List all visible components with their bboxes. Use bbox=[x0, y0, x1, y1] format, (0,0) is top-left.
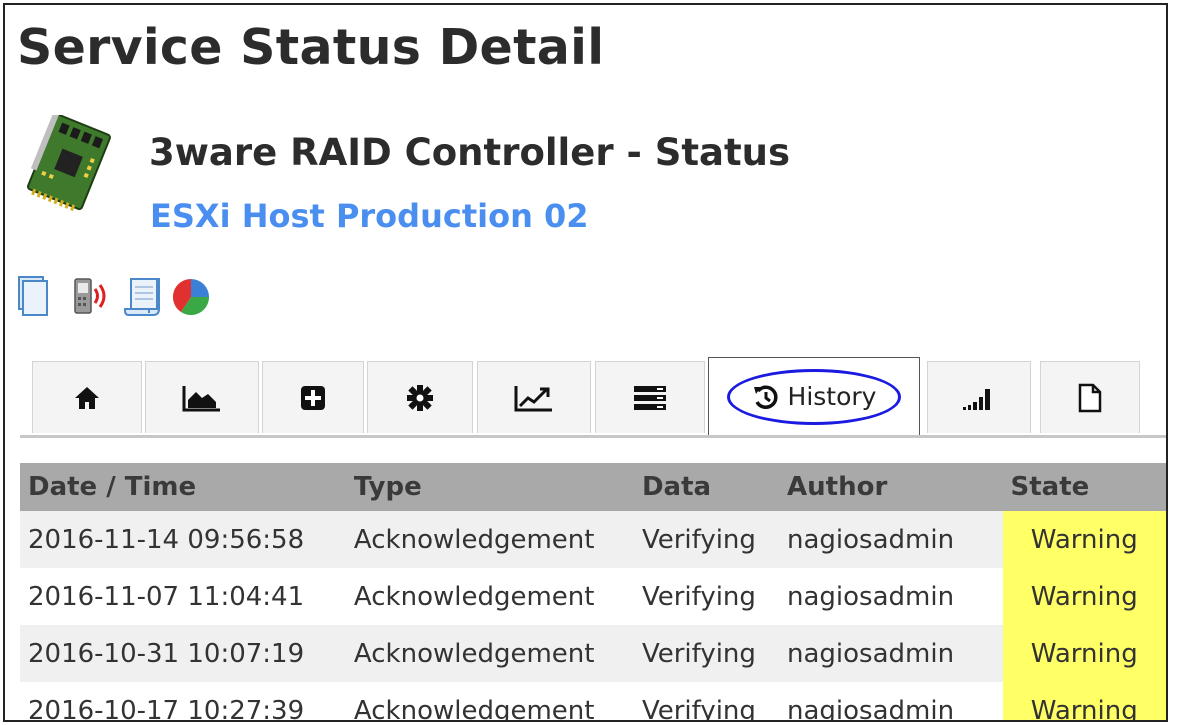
tab-list[interactable] bbox=[595, 361, 705, 433]
column-header-state[interactable]: State bbox=[1002, 463, 1166, 511]
cell-datetime: 2016-11-14 09:56:58 bbox=[20, 511, 346, 568]
history-highlight: History bbox=[726, 368, 902, 425]
cell-data: Verifying bbox=[633, 625, 780, 682]
table-header-row: Date / Time Type Data Author State bbox=[20, 463, 1166, 511]
page-title: Service Status Detail bbox=[17, 19, 605, 76]
tab-history[interactable]: History bbox=[708, 357, 920, 435]
tab-settings[interactable] bbox=[367, 361, 473, 433]
cell-state: Warning bbox=[1002, 625, 1166, 682]
cell-state: Warning bbox=[1002, 568, 1166, 625]
cell-datetime: 2016-11-07 11:04:41 bbox=[20, 568, 346, 625]
cell-author: nagiosadmin bbox=[779, 511, 1003, 568]
cell-data: Verifying bbox=[633, 511, 780, 568]
tab-file[interactable] bbox=[1040, 361, 1140, 433]
list-icon bbox=[634, 385, 666, 410]
tab-area-chart[interactable] bbox=[145, 361, 259, 433]
tab-history-label: History bbox=[787, 382, 877, 411]
cell-data: Verifying bbox=[633, 682, 780, 720]
cell-author: nagiosadmin bbox=[779, 568, 1003, 625]
table-row: 2016-10-17 10:27:39 Acknowledgement Veri… bbox=[20, 682, 1166, 720]
raid-card-icon bbox=[21, 112, 121, 215]
tab-bar: History bbox=[20, 357, 1166, 438]
cell-state: Warning bbox=[1002, 682, 1166, 720]
notification-phone-icon[interactable] bbox=[67, 275, 113, 323]
file-icon bbox=[1078, 383, 1102, 412]
column-header-data[interactable]: Data bbox=[633, 463, 780, 511]
main-frame: Service Status Detail 3ware RAID Control… bbox=[3, 3, 1168, 722]
host-link[interactable]: ESXi Host Production 02 bbox=[150, 197, 589, 235]
tab-line-chart[interactable] bbox=[477, 361, 591, 433]
cell-state: Warning bbox=[1002, 511, 1166, 568]
tab-home[interactable] bbox=[32, 361, 142, 433]
cell-datetime: 2016-10-31 10:07:19 bbox=[20, 625, 346, 682]
pie-chart-icon[interactable] bbox=[171, 275, 215, 323]
signal-bars-icon bbox=[963, 388, 990, 410]
cell-type: Acknowledgement bbox=[345, 682, 634, 720]
area-chart-icon bbox=[182, 385, 220, 411]
history-icon bbox=[753, 385, 778, 409]
table-row: 2016-11-14 09:56:58 Acknowledgement Veri… bbox=[20, 511, 1166, 568]
tab-signal[interactable] bbox=[927, 361, 1031, 433]
cell-type: Acknowledgement bbox=[345, 568, 634, 625]
plus-box-icon bbox=[301, 385, 325, 410]
service-name: 3ware RAID Controller - Status bbox=[149, 131, 791, 174]
column-header-datetime[interactable]: Date / Time bbox=[20, 463, 346, 511]
history-table: Date / Time Type Data Author State 2016-… bbox=[20, 463, 1166, 720]
home-icon bbox=[75, 386, 99, 409]
table-row: 2016-11-07 11:04:41 Acknowledgement Veri… bbox=[20, 568, 1166, 625]
cell-datetime: 2016-10-17 10:27:39 bbox=[20, 682, 346, 720]
cell-author: nagiosadmin bbox=[779, 625, 1003, 682]
cell-type: Acknowledgement bbox=[345, 511, 634, 568]
line-chart-icon bbox=[514, 385, 552, 411]
cell-data: Verifying bbox=[633, 568, 780, 625]
gear-icon bbox=[407, 384, 433, 411]
document-icon[interactable] bbox=[15, 275, 53, 323]
scroll-log-icon[interactable] bbox=[121, 275, 167, 323]
cell-author: nagiosadmin bbox=[779, 682, 1003, 720]
table-row: 2016-10-31 10:07:19 Acknowledgement Veri… bbox=[20, 625, 1166, 682]
cell-type: Acknowledgement bbox=[345, 625, 634, 682]
column-header-author[interactable]: Author bbox=[779, 463, 1003, 511]
column-header-type[interactable]: Type bbox=[345, 463, 634, 511]
tab-add[interactable] bbox=[262, 361, 364, 433]
